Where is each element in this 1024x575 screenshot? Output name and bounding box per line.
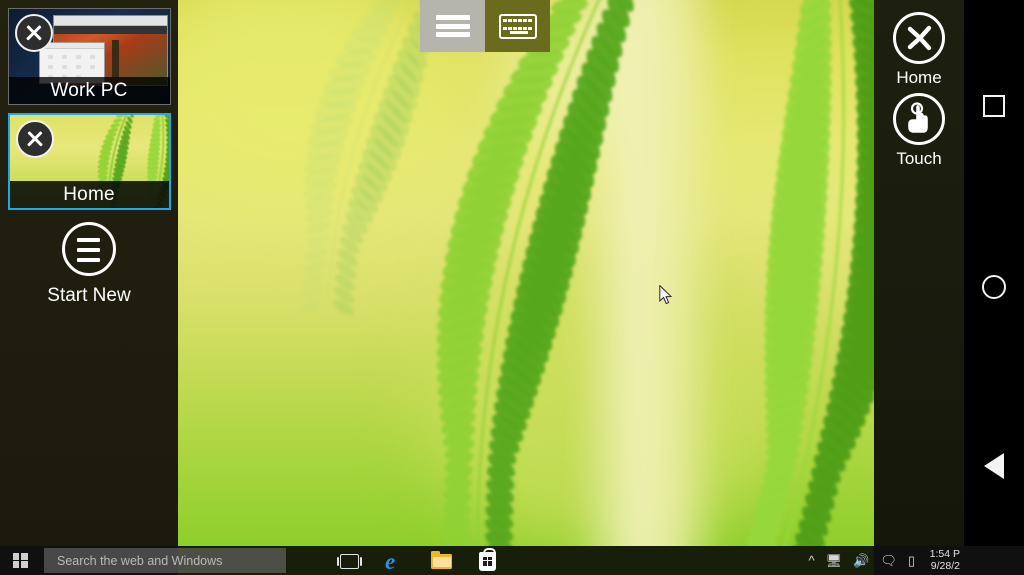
session-toolbar	[420, 0, 550, 52]
search-placeholder: Search the web and Windows	[57, 553, 223, 568]
session-wallpaper	[178, 0, 874, 546]
home-control-label: Home	[896, 68, 942, 87]
store-button[interactable]	[474, 547, 500, 574]
keyboard-icon	[498, 13, 537, 39]
action-center-icon[interactable]: 🗨	[880, 554, 897, 567]
session-sidebar: Work PC Home Start New	[0, 0, 178, 575]
battery-icon[interactable]: ▯	[908, 554, 915, 567]
task-view-button[interactable]	[336, 548, 362, 574]
square-icon	[983, 95, 1005, 117]
start-new-label: Start New	[47, 285, 131, 306]
chevron-up-icon[interactable]: ^	[809, 554, 815, 567]
android-recents-button[interactable]	[964, 95, 1024, 117]
start-button[interactable]	[0, 546, 40, 575]
remote-desktop-home-icon	[893, 12, 945, 64]
taskbar-app-icons: e	[336, 547, 500, 574]
keyboard-button[interactable]	[485, 0, 550, 52]
session-thumbnail-work-pc[interactable]: Work PC	[7, 8, 171, 105]
android-back-button[interactable]	[964, 453, 1024, 479]
speaker-icon[interactable]: 🔊	[853, 554, 869, 567]
store-icon	[479, 547, 496, 571]
edge-icon: e	[385, 548, 396, 574]
home-control-button[interactable]: Home	[874, 12, 964, 88]
task-view-icon	[337, 553, 362, 569]
clock[interactable]: 1:54 P 9/28/2	[926, 549, 960, 572]
folder-icon	[431, 550, 452, 569]
list-bullet-icon	[62, 222, 116, 276]
clock-time: 1:54 P	[929, 549, 960, 560]
remote-session-canvas[interactable]	[178, 0, 874, 546]
session-thumbnail-home[interactable]: Home	[7, 113, 171, 210]
touch-control-label: Touch	[896, 149, 942, 168]
android-home-button[interactable]	[964, 275, 1024, 299]
search-input[interactable]: Search the web and Windows	[44, 548, 286, 573]
close-session-icon[interactable]	[14, 14, 53, 52]
arrow-cursor-icon	[659, 285, 673, 305]
triangle-back-icon	[984, 453, 1004, 479]
android-navigation-bar	[964, 0, 1024, 575]
file-explorer-button[interactable]	[428, 548, 454, 574]
edge-button[interactable]: e	[382, 548, 408, 574]
clock-date: 9/28/2	[930, 560, 960, 572]
fern-leaves-graphic	[300, 0, 874, 546]
menu-button[interactable]	[420, 0, 485, 52]
start-new-button[interactable]: Start New	[0, 222, 178, 307]
close-session-icon[interactable]	[15, 120, 54, 158]
hamburger-menu-icon	[435, 12, 470, 41]
touch-control-button[interactable]: Touch	[874, 93, 964, 169]
touch-hand-icon	[893, 93, 945, 145]
remote-desktop-app: Work PC Home Start New Home Touch Search…	[0, 0, 1024, 575]
session-thumbnail-label: Work PC	[8, 77, 170, 104]
session-control-strip: Home Touch	[874, 0, 964, 575]
windows-taskbar: Search the web and Windows e ^ 🖥 🔊 🗨 ▯ 1…	[0, 546, 1024, 575]
windows-logo-icon	[12, 553, 28, 568]
system-tray: ^ 🖥 🔊 🗨 ▯ 1:54 P 9/28/2	[809, 546, 964, 575]
circle-icon	[982, 275, 1006, 299]
network-icon[interactable]: 🖥	[826, 554, 843, 567]
session-thumbnail-label: Home	[9, 181, 169, 208]
